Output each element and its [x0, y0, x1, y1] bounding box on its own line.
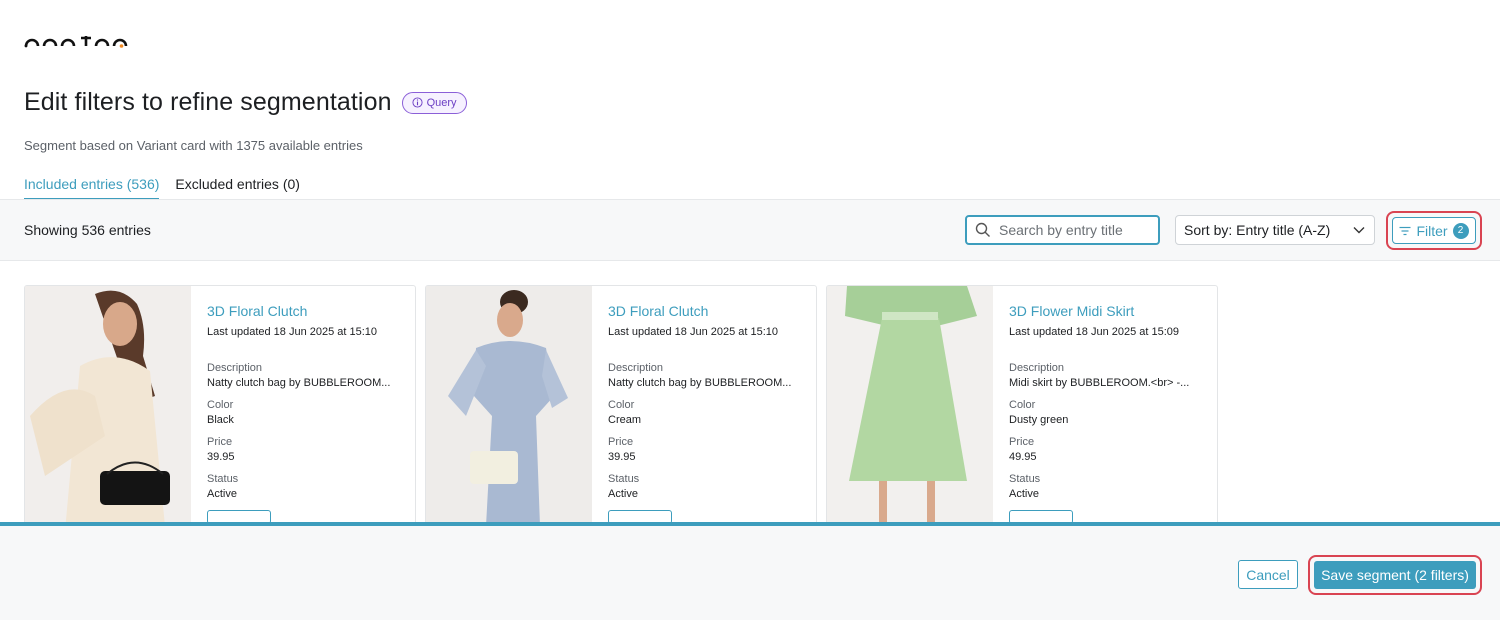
entry-tabs: Included entries (536) Excluded entries …	[24, 176, 300, 200]
chevron-down-icon	[1353, 227, 1365, 234]
card-updated: Last updated 18 Jun 2025 at 15:10	[608, 326, 779, 338]
footer-bar: Cancel Save segment (2 filters)	[0, 522, 1500, 620]
save-highlight: Save segment (2 filters)	[1308, 555, 1482, 595]
price-value: 39.95	[608, 451, 636, 463]
search-icon	[975, 222, 990, 237]
status-value: Active	[1009, 488, 1039, 500]
description-value: Natty clutch bag by BUBBLEROOM...	[608, 377, 792, 389]
filter-highlight: Filter 2	[1386, 211, 1482, 250]
color-label: Color	[1009, 399, 1036, 411]
description-label: Description	[608, 362, 664, 374]
query-badge[interactable]: Query	[401, 91, 467, 114]
description-value: Natty clutch bag by BUBBLEROOM...	[207, 377, 391, 389]
product-image	[827, 286, 993, 525]
status-value: Active	[207, 488, 237, 500]
filter-icon	[1399, 226, 1411, 235]
card-title[interactable]: 3D Floral Clutch	[207, 303, 399, 319]
sort-label: Sort by: Entry title (A-Z)	[1184, 222, 1331, 238]
tab-excluded-entries[interactable]: Excluded entries (0)	[175, 176, 300, 200]
entry-card[interactable]: 3D Flower Midi Skirt Last updated 18 Jun…	[826, 285, 1218, 525]
cancel-button[interactable]: Cancel	[1238, 560, 1298, 589]
product-image	[25, 286, 191, 525]
title-row: Edit filters to refine segmentation Quer…	[24, 88, 467, 117]
description-label: Description	[1009, 362, 1065, 374]
status-label: Status	[207, 473, 239, 485]
description-label: Description	[207, 362, 263, 374]
price-label: Price	[608, 436, 634, 448]
color-value: Dusty green	[1009, 414, 1069, 426]
search-box[interactable]	[965, 215, 1160, 245]
filter-count-badge: 2	[1452, 222, 1469, 239]
card-body: 3D Floral Clutch Last updated 18 Jun 202…	[191, 286, 415, 525]
card-updated: Last updated 18 Jun 2025 at 15:09	[1009, 326, 1180, 338]
entry-card[interactable]: 3D Floral Clutch Last updated 18 Jun 202…	[425, 285, 817, 525]
page-title: Edit filters to refine segmentation	[24, 88, 392, 116]
status-label: Status	[1009, 473, 1041, 485]
sort-select[interactable]: Sort by: Entry title (A-Z)	[1175, 215, 1375, 245]
occtoo-logo	[24, 36, 128, 48]
product-image	[426, 286, 592, 525]
description-value: Midi skirt by BUBBLEROOM.<br> -...	[1009, 377, 1190, 389]
page-subtitle: Segment based on Variant card with 1375 …	[24, 138, 363, 153]
price-value: 39.95	[207, 451, 235, 463]
card-body: 3D Flower Midi Skirt Last updated 18 Jun…	[993, 286, 1217, 525]
save-segment-button[interactable]: Save segment (2 filters)	[1314, 561, 1476, 589]
status-value: Active	[608, 488, 638, 500]
entry-card[interactable]: 3D Floral Clutch Last updated 18 Jun 202…	[24, 285, 416, 525]
color-label: Color	[207, 399, 234, 411]
status-label: Status	[608, 473, 640, 485]
query-badge-label: Query	[426, 96, 457, 109]
price-label: Price	[1009, 436, 1035, 448]
entry-cards: 3D Floral Clutch Last updated 18 Jun 202…	[24, 285, 1218, 525]
info-icon	[412, 97, 423, 108]
color-value: Black	[207, 414, 234, 426]
color-label: Color	[608, 399, 635, 411]
entries-toolbar: Showing 536 entries Sort by: Entry title…	[0, 199, 1500, 261]
price-value: 49.95	[1009, 451, 1037, 463]
card-body: 3D Floral Clutch Last updated 18 Jun 202…	[592, 286, 816, 525]
filter-button[interactable]: Filter 2	[1392, 217, 1476, 244]
color-value: Cream	[608, 414, 642, 426]
tab-included-entries[interactable]: Included entries (536)	[24, 176, 160, 200]
filter-label: Filter	[1416, 222, 1448, 239]
price-label: Price	[207, 436, 233, 448]
card-title[interactable]: 3D Floral Clutch	[608, 303, 800, 319]
card-updated: Last updated 18 Jun 2025 at 15:10	[207, 326, 378, 338]
showing-count: Showing 536 entries	[24, 222, 151, 238]
card-title[interactable]: 3D Flower Midi Skirt	[1009, 303, 1201, 319]
search-input[interactable]	[999, 222, 1149, 238]
